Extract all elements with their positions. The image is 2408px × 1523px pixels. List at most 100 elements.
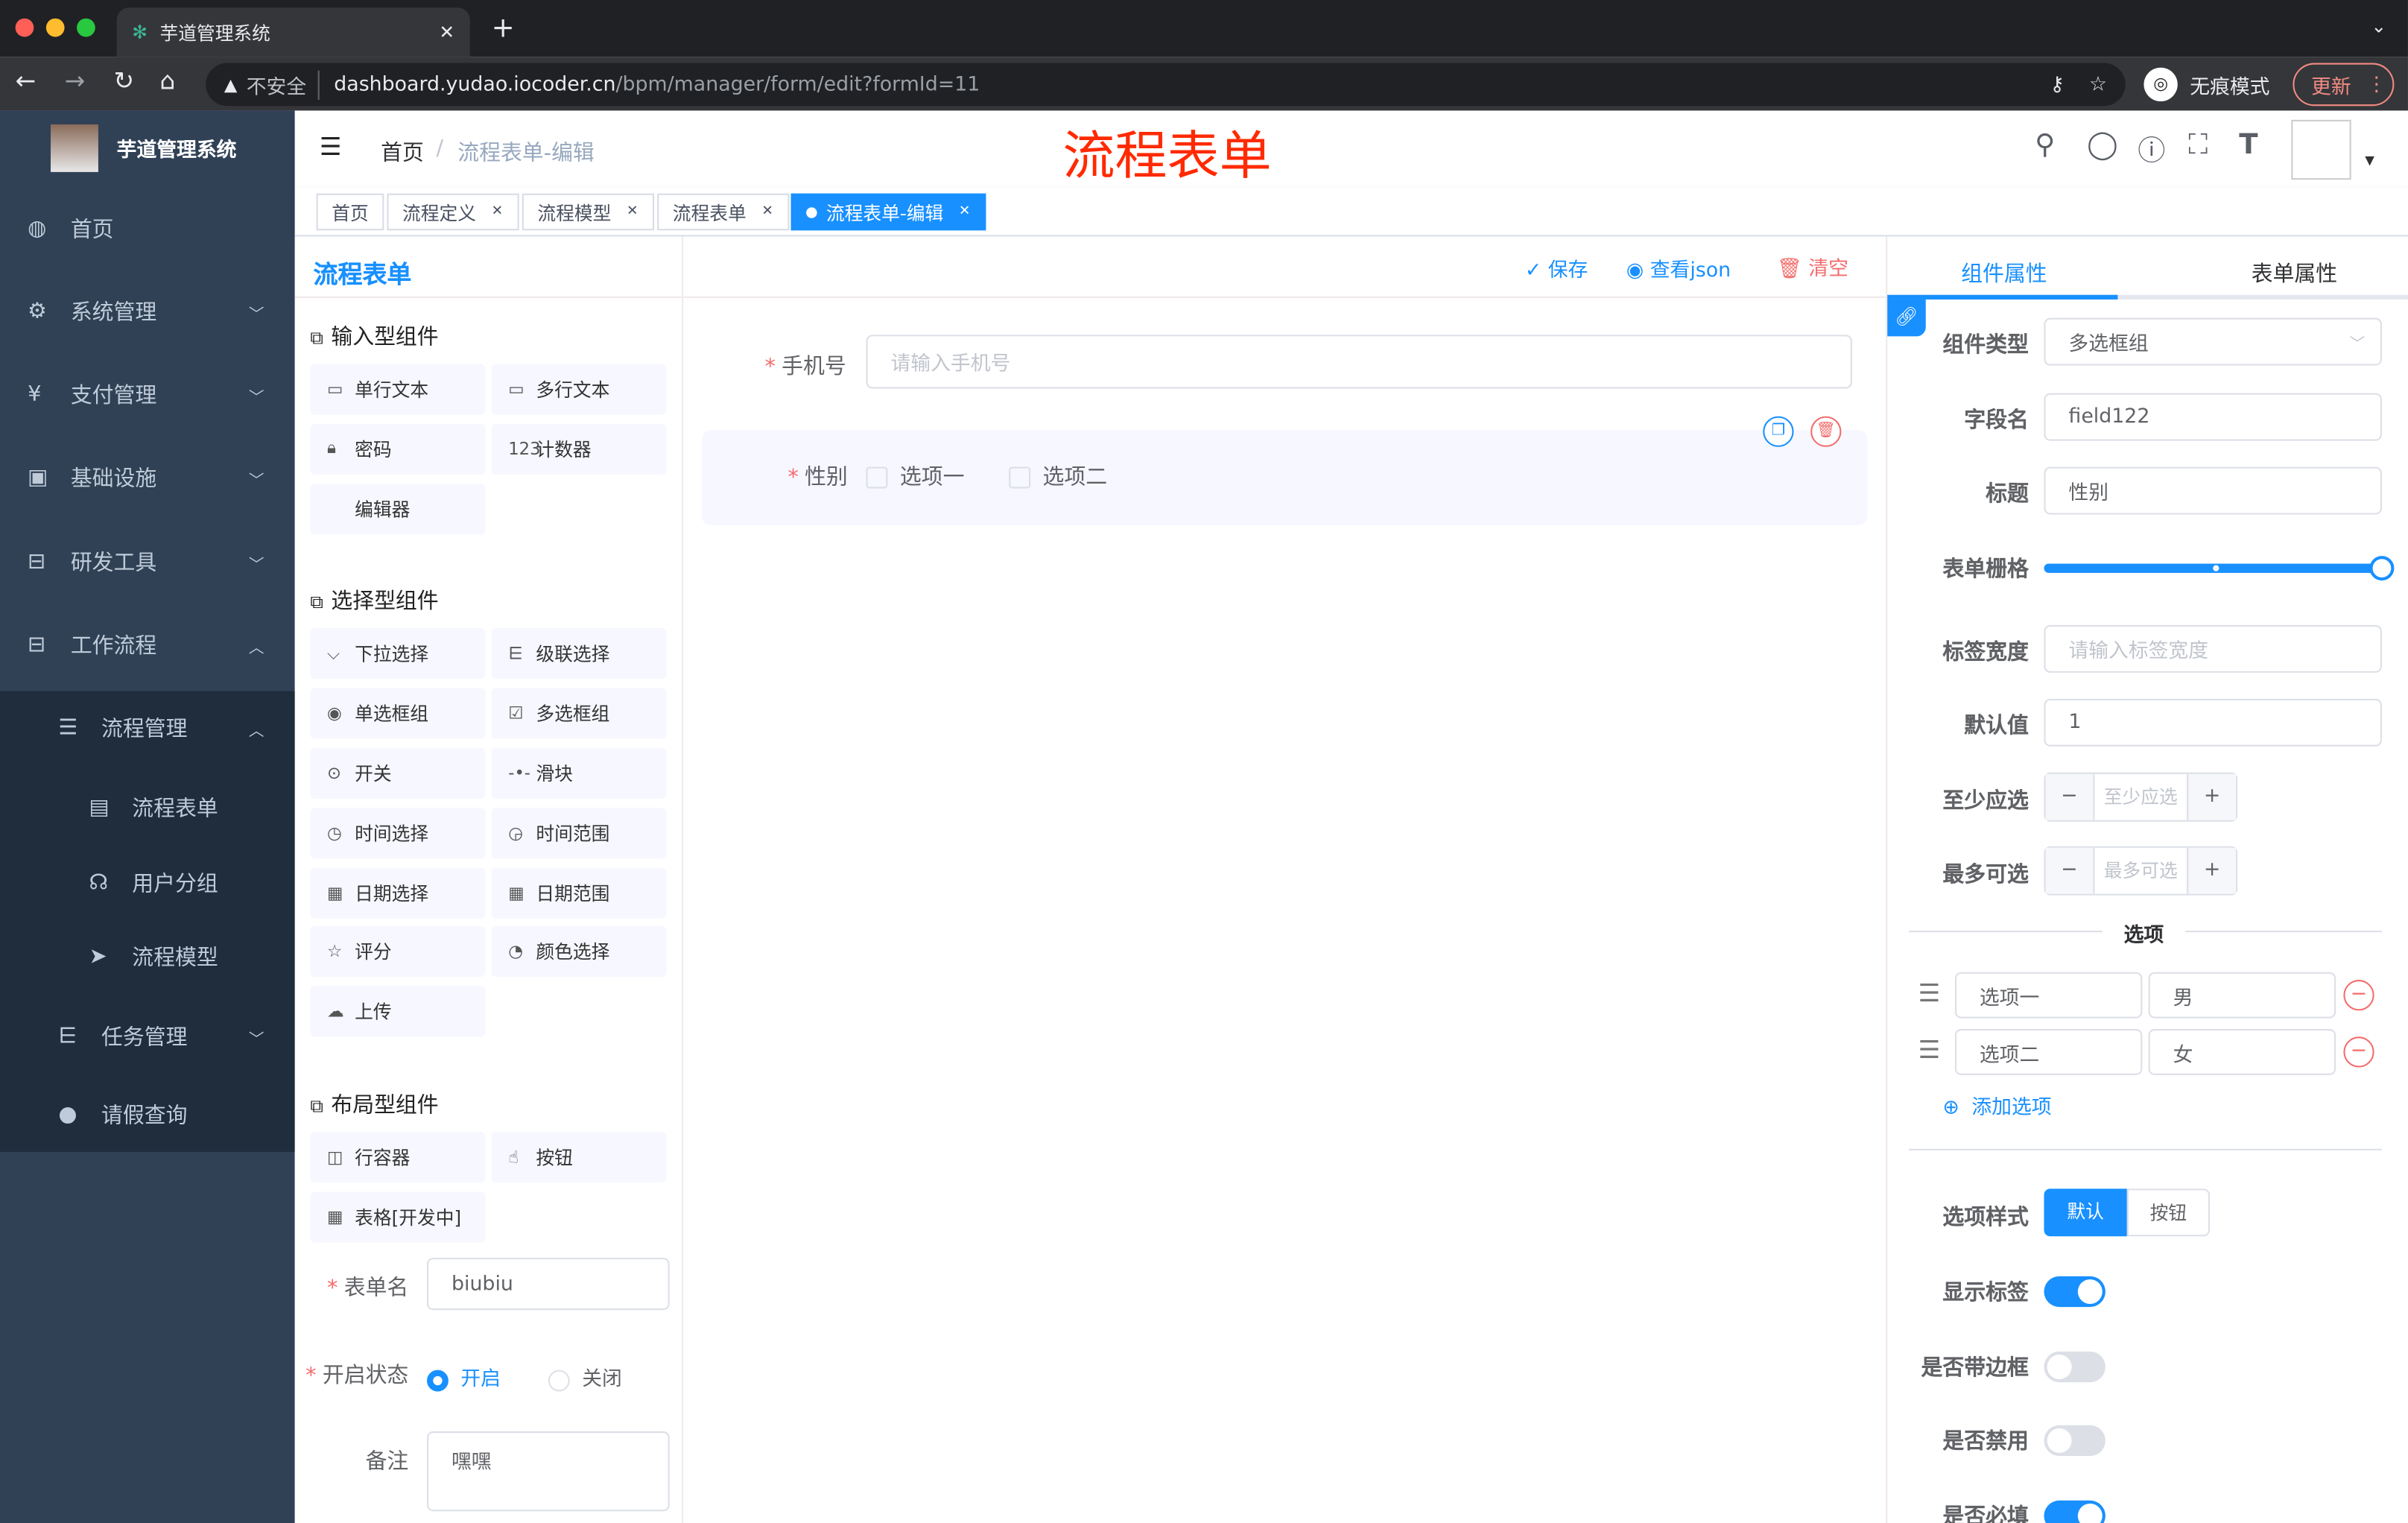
prop-input[interactable]: 多选框组 ﹀ bbox=[2044, 317, 2382, 366]
tag-item[interactable]: 流程表单 ✕ bbox=[657, 193, 789, 231]
avatar[interactable] bbox=[2291, 119, 2351, 180]
style-button-button[interactable]: 按钮 bbox=[2126, 1188, 2211, 1237]
drag-handle-icon[interactable]: ☰ bbox=[1918, 1035, 1940, 1064]
tab-list-chevron-icon[interactable]: ⌄ bbox=[2371, 16, 2386, 37]
minus-icon[interactable]: − bbox=[2045, 773, 2095, 820]
option-label-input[interactable]: 选项一 bbox=[1954, 972, 2143, 1019]
palette-item[interactable]: ☁ 上传 bbox=[310, 986, 486, 1037]
breadcrumb-home[interactable]: 首页 bbox=[381, 136, 424, 167]
status-off-radio[interactable]: 关闭 bbox=[548, 1362, 622, 1391]
status-on-radio[interactable]: 开启 bbox=[427, 1362, 501, 1391]
option-checkbox[interactable]: 选项二 bbox=[1009, 460, 1107, 491]
tab-component-props[interactable]: 组件属性 bbox=[1961, 258, 2047, 288]
palette-item[interactable]: ◶ 时间范围 bbox=[491, 807, 667, 858]
tab-form-props[interactable]: 表单属性 bbox=[2252, 258, 2337, 288]
palette-item[interactable]: ◉ 单选框组 bbox=[310, 688, 486, 739]
font-size-icon[interactable]: T bbox=[2239, 129, 2258, 161]
drag-handle-icon[interactable]: ☰ bbox=[1918, 978, 1940, 1007]
new-tab-button[interactable]: + bbox=[492, 12, 515, 44]
browser-tab[interactable]: ✻ 芋道管理系统 ✕ bbox=[116, 7, 470, 57]
forward-icon[interactable]: → bbox=[65, 66, 86, 95]
palette-item[interactable]: ▭ 多行文本 bbox=[491, 364, 667, 415]
option-value-input[interactable]: 女 bbox=[2148, 1029, 2336, 1075]
palette-item[interactable]: 123 计数器 bbox=[491, 423, 667, 475]
sidebar-item[interactable]: ▤ 流程表单 bbox=[0, 767, 295, 849]
key-icon[interactable]: ⚷ bbox=[2050, 73, 2065, 96]
option-value-input[interactable]: 男 bbox=[2148, 972, 2336, 1019]
update-button[interactable]: 更新 ⋮ bbox=[2293, 63, 2395, 107]
maximize-window-button[interactable] bbox=[77, 18, 95, 37]
minus-icon[interactable]: − bbox=[2045, 847, 2095, 894]
close-tag-icon[interactable]: ✕ bbox=[761, 204, 773, 220]
github-icon[interactable]: ◯ bbox=[2087, 129, 2118, 161]
sidebar-item[interactable]: ● 请假查询 bbox=[0, 1074, 295, 1156]
close-tag-icon[interactable]: ✕ bbox=[627, 204, 639, 220]
help-icon[interactable]: ⓘ bbox=[2138, 129, 2165, 169]
remark-textarea[interactable]: 嘿嘿 bbox=[427, 1431, 670, 1512]
sidebar-item[interactable]: ⋿ 任务管理 ﹀ bbox=[0, 995, 295, 1078]
palette-item[interactable]: ☆ 评分 bbox=[310, 926, 486, 978]
sidebar-item[interactable]: ➤ 流程模型 bbox=[0, 915, 295, 998]
option-label-input[interactable]: 选项二 bbox=[1954, 1029, 2143, 1075]
sidebar-item[interactable]: ▣ 基础设施 ﹀ bbox=[0, 436, 295, 519]
palette-item[interactable]: ▦ 表格[开发中] bbox=[310, 1191, 486, 1243]
toggle-switch[interactable] bbox=[2044, 1276, 2106, 1308]
slider-handle[interactable] bbox=[2369, 556, 2395, 581]
style-default-button[interactable]: 默认 bbox=[2044, 1188, 2127, 1237]
add-option-button[interactable]: ⊕ 添加选项 bbox=[1942, 1090, 2051, 1120]
option-checkbox[interactable]: 选项一 bbox=[866, 460, 964, 491]
save-button[interactable]: ✓ 保存 bbox=[1525, 253, 1588, 282]
sidebar-item[interactable]: ⊟ 工作流程 ︿ bbox=[0, 604, 295, 686]
tag-item[interactable]: 首页 bbox=[316, 193, 384, 231]
toggle-switch[interactable] bbox=[2044, 1500, 2106, 1523]
palette-item[interactable]: ☑ 多选框组 bbox=[491, 688, 667, 739]
palette-item[interactable]: ⊙ 开关 bbox=[310, 747, 486, 799]
sidebar-item[interactable]: ⊟ 研发工具 ﹀ bbox=[0, 521, 295, 604]
back-icon[interactable]: ← bbox=[16, 66, 37, 95]
remove-option-icon[interactable]: − bbox=[2343, 980, 2374, 1011]
phone-input[interactable]: 请输入手机号 bbox=[866, 335, 1852, 389]
palette-item[interactable]: ▦ 日期选择 bbox=[310, 867, 486, 918]
palette-item[interactable]: ⋿ 级联选择 bbox=[491, 628, 667, 680]
hamburger-icon[interactable]: ☰ bbox=[320, 132, 342, 161]
palette-item[interactable]: ◷ 时间选择 bbox=[310, 807, 486, 858]
palette-item[interactable]: 编辑器 bbox=[310, 483, 486, 534]
url-input[interactable]: ▲ 不安全 dashboard.yudao.iocoder.cn/bpm/man… bbox=[206, 63, 2126, 107]
close-tab-icon[interactable]: ✕ bbox=[439, 22, 454, 43]
caret-down-icon[interactable]: ▼ bbox=[2365, 153, 2374, 168]
palette-item[interactable]: -•- 滑块 bbox=[491, 747, 667, 799]
sidebar-item[interactable]: ◍ 首页 bbox=[0, 187, 295, 270]
copy-field-icon[interactable]: ❐ bbox=[1763, 416, 1794, 447]
delete-field-icon[interactable]: 🗑︎ bbox=[1810, 416, 1842, 447]
form-name-input[interactable]: biubiu bbox=[427, 1258, 670, 1311]
palette-item[interactable]: ◔ 颜色选择 bbox=[491, 926, 667, 978]
plus-icon[interactable]: + bbox=[2187, 773, 2237, 820]
palette-item[interactable]: 🔒︎ 密码 bbox=[310, 423, 486, 475]
palette-item[interactable]: ▦ 日期范围 bbox=[491, 867, 667, 918]
tag-item[interactable]: 流程定义 ✕ bbox=[387, 193, 519, 231]
number-stepper[interactable]: − 最多可选 + bbox=[2044, 846, 2238, 896]
incognito-badge[interactable]: ◎ 无痕模式 bbox=[2144, 63, 2269, 107]
prop-input[interactable]: 请输入标签宽度 bbox=[2044, 624, 2382, 673]
remove-option-icon[interactable]: − bbox=[2343, 1036, 2374, 1068]
prop-input[interactable]: 1 bbox=[2044, 698, 2382, 747]
grid-slider[interactable] bbox=[2044, 556, 2395, 581]
sidebar-item[interactable]: ☊ 用户分组 bbox=[0, 842, 295, 925]
plus-icon[interactable]: + bbox=[2187, 847, 2237, 894]
palette-item[interactable]: ◫ 行容器 bbox=[310, 1132, 486, 1183]
palette-item[interactable]: ▭ 单行文本 bbox=[310, 364, 486, 415]
prop-input[interactable]: field122 bbox=[2044, 393, 2382, 441]
close-tag-icon[interactable]: ✕ bbox=[959, 204, 971, 220]
search-icon[interactable]: ⚲ bbox=[2035, 129, 2055, 161]
tag-item[interactable]: 流程表单-编辑 ✕ bbox=[790, 193, 986, 231]
palette-item[interactable]: ☝ 按钮 bbox=[491, 1132, 667, 1183]
reload-icon[interactable]: ↻ bbox=[114, 66, 135, 95]
toggle-switch[interactable] bbox=[2044, 1351, 2106, 1383]
sidebar-item[interactable]: ☰ 流程管理 ︿ bbox=[0, 686, 295, 769]
close-tag-icon[interactable]: ✕ bbox=[492, 204, 504, 220]
home-icon[interactable]: ⌂ bbox=[159, 66, 175, 95]
active-field-gender[interactable]: * 性别 选项一 选项二 bbox=[701, 430, 1868, 525]
palette-item[interactable]: ⌵ 下拉选择 bbox=[310, 628, 486, 680]
toggle-switch[interactable] bbox=[2044, 1425, 2106, 1457]
view-json-button[interactable]: ◉ 查看json bbox=[1626, 253, 1731, 282]
